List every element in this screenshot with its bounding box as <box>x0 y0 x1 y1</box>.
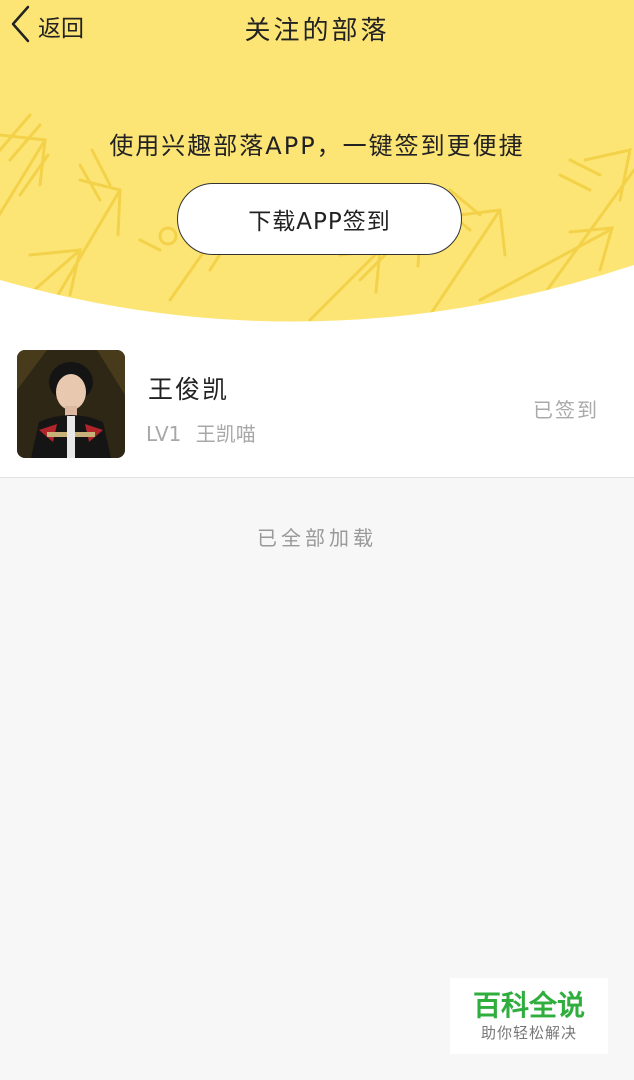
tribe-list: 王俊凯 LV1 王凯喵 已签到 <box>0 330 634 478</box>
header-banner: 返回 关注的部落 使用兴趣部落APP，一键签到更便捷 下载APP签到 <box>0 0 634 330</box>
tribe-avatar[interactable] <box>17 350 125 458</box>
watermark-title: 百科全说 <box>472 989 585 1022</box>
watermark-subtitle: 助你轻松解决 <box>480 1024 577 1042</box>
tribe-member-title: 王凯喵 <box>195 422 256 446</box>
list-end-text: 已全部加载 <box>257 526 377 550</box>
top-nav-bar: 返回 关注的部落 <box>0 0 634 52</box>
tribe-name: 王俊凯 <box>148 375 230 404</box>
promo-text: 使用兴趣部落APP，一键签到更便捷 <box>109 132 525 160</box>
download-app-button[interactable]: 下载APP签到 <box>177 183 462 255</box>
page-title: 关注的部落 <box>244 16 390 46</box>
tribe-level: LV1 <box>146 422 182 446</box>
checkin-status: 已签到 <box>533 398 599 422</box>
watermark-logo: 百科全说 助你轻松解决 <box>450 978 608 1054</box>
tribe-member-info: LV1 王凯喵 <box>146 418 256 447</box>
